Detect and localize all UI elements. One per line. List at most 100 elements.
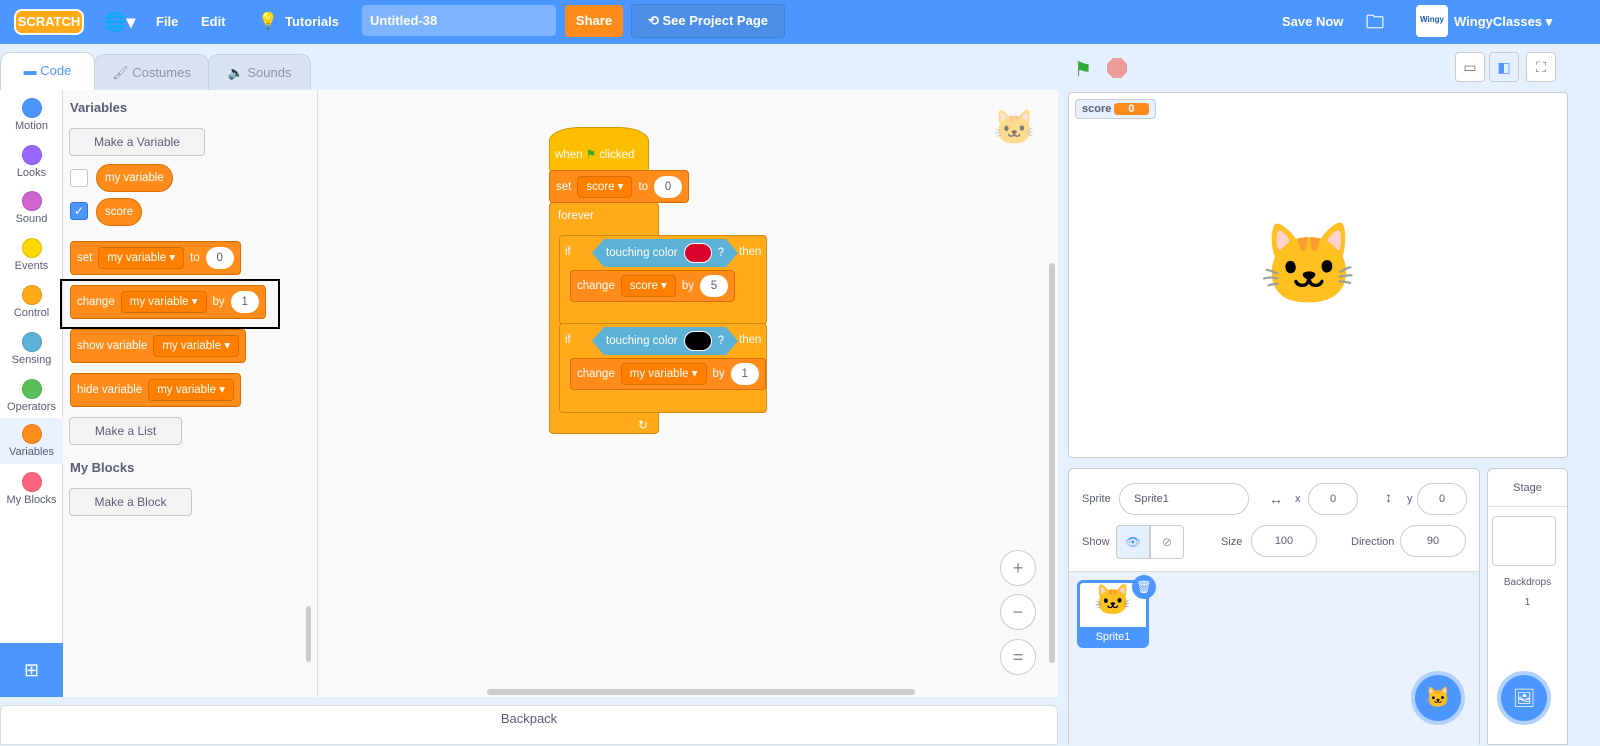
project-title-input[interactable]	[362, 5, 556, 36]
color-swatch[interactable]	[684, 243, 712, 263]
share-button[interactable]: Share	[565, 5, 623, 37]
zoom-out-button[interactable]: −	[1000, 594, 1036, 630]
lightbulb-icon: 💡	[258, 13, 278, 30]
tab-code[interactable]: ▬ Code	[0, 52, 95, 92]
add-extension-button[interactable]: ⊞	[0, 643, 63, 697]
category-sound[interactable]: Sound	[0, 185, 63, 225]
category-events[interactable]: Events	[0, 232, 63, 272]
control-dot-icon	[21, 285, 42, 305]
variable-dropdown[interactable]: my variable	[148, 379, 234, 401]
direction-label: Direction	[1351, 536, 1395, 548]
tab-sounds[interactable]: 🔈 Sounds	[208, 54, 311, 92]
hide-eye-slash-icon[interactable]: ⊘	[1150, 525, 1184, 559]
delete-sprite-icon[interactable]: 🗑	[1132, 575, 1156, 599]
category-looks[interactable]: Looks	[0, 139, 63, 179]
green-flag-icon[interactable]: ⚑	[1074, 57, 1092, 82]
tab-costumes[interactable]: 🖌 Costumes	[94, 54, 209, 92]
sensing-text: touching color	[606, 335, 678, 347]
color-swatch[interactable]	[684, 331, 712, 351]
remix-icon: ⟲	[647, 13, 663, 28]
category-my-blocks[interactable]: My Blocks	[0, 466, 63, 506]
value-input[interactable]: 0	[205, 247, 234, 269]
sprite-name: Sprite1	[1080, 627, 1146, 645]
variables-heading: Variables	[70, 100, 128, 115]
category-label: Looks	[16, 167, 47, 179]
variable-dropdown[interactable]: my variable	[620, 363, 707, 385]
cat-sprite[interactable]: 🐱	[1259, 218, 1359, 312]
category-motion[interactable]: Motion	[0, 92, 63, 132]
x-input[interactable]	[1308, 483, 1358, 515]
choose-backdrop-button[interactable]: 🖼	[1501, 675, 1547, 721]
hide-variable-block[interactable]: hide variable my variable	[70, 373, 241, 407]
horizontal-scrollbar[interactable]	[487, 689, 915, 695]
choose-sprite-button[interactable]: 🐱	[1415, 675, 1461, 721]
scratch-logo[interactable]: SCRATCH	[14, 9, 84, 35]
make-variable-button[interactable]: Make a Variable	[69, 128, 205, 156]
variable-dropdown[interactable]: my variable	[120, 291, 207, 313]
show-variable-block[interactable]: show variable my variable	[70, 329, 247, 363]
tutorials-button[interactable]: Tutorials	[285, 0, 339, 44]
category-sensing[interactable]: Sensing	[0, 326, 63, 366]
make-block-button[interactable]: Make a Block	[69, 488, 192, 516]
palette-scrollbar[interactable]	[306, 606, 311, 662]
block-text: hide variable	[77, 384, 143, 396]
stage[interactable]: score 0 🐱	[1068, 92, 1568, 458]
avatar[interactable]: Wingy	[1416, 5, 1448, 37]
y-input[interactable]	[1417, 483, 1467, 515]
category-control[interactable]: Control	[0, 279, 63, 319]
category-label: My Blocks	[6, 494, 57, 506]
zoom-reset-button[interactable]: =	[1000, 639, 1036, 675]
make-list-button[interactable]: Make a List	[69, 417, 182, 445]
show-visible-eye-icon[interactable]: 👁	[1116, 525, 1150, 559]
value-input[interactable]: 5	[699, 275, 728, 297]
block-text: when	[555, 149, 583, 161]
size-input[interactable]	[1251, 525, 1317, 557]
direction-input[interactable]	[1400, 525, 1466, 557]
value-input[interactable]: 1	[730, 363, 759, 385]
globe-icon[interactable]: 🌐▾	[104, 0, 135, 44]
backpack[interactable]: Backpack	[0, 705, 1058, 745]
stop-icon[interactable]	[1107, 58, 1127, 78]
normal-stage-button[interactable]: ◧	[1489, 52, 1519, 82]
backdrops-label: Backdrops	[1503, 577, 1552, 588]
variable-dropdown[interactable]: score	[620, 275, 676, 297]
stage-selector[interactable]: Stage Backdrops 1 🖼	[1487, 468, 1568, 745]
score-monitor[interactable]: score 0	[1075, 99, 1156, 119]
folder-icon[interactable]: 🗀	[1366, 0, 1384, 44]
monitor-label: score	[1082, 103, 1112, 115]
backdrop-thumbnail[interactable]	[1492, 516, 1556, 566]
category-variables[interactable]: Variables	[0, 418, 63, 464]
my-variable-reporter[interactable]: my variable	[96, 164, 173, 192]
small-stage-button[interactable]: ▭	[1455, 52, 1485, 82]
change-my-variable-block[interactable]: change my variable by 1	[570, 358, 766, 390]
zoom-in-button[interactable]: +	[1000, 550, 1036, 586]
value-input[interactable]: 0	[654, 175, 683, 198]
touching-color-block[interactable]: touching color?	[592, 239, 738, 267]
variable-dropdown[interactable]: my variable	[153, 335, 240, 357]
sprite-name-input[interactable]	[1119, 483, 1249, 515]
see-project-page-button[interactable]: ⟲ See Project Page	[631, 4, 785, 38]
edit-menu[interactable]: Edit	[201, 0, 226, 44]
fullscreen-button[interactable]: ⛶	[1526, 52, 1556, 82]
category-operators[interactable]: Operators	[0, 373, 63, 413]
set-variable-block[interactable]: set my variable to 0	[70, 241, 241, 275]
vertical-scrollbar[interactable]	[1049, 263, 1055, 663]
script-area[interactable]: 🐱 forever ↻ if touching color? then chan…	[318, 90, 1058, 697]
value-input[interactable]: 1	[230, 291, 259, 313]
save-now-button[interactable]: Save Now	[1282, 0, 1343, 44]
score-reporter[interactable]: score	[96, 198, 143, 226]
my-variable-checkbox[interactable]	[70, 169, 88, 187]
variable-dropdown[interactable]: score	[577, 175, 633, 198]
if-label: if	[565, 334, 571, 346]
set-score-block[interactable]: set scoreto 0	[549, 170, 690, 203]
change-score-block[interactable]: change scoreby 5	[570, 270, 735, 302]
change-variable-block[interactable]: change my variable by 1	[70, 285, 266, 319]
variable-dropdown[interactable]: my variable	[98, 247, 185, 269]
file-menu[interactable]: File	[156, 0, 178, 44]
sensing-text: ?	[717, 335, 725, 347]
block-text: to	[638, 180, 649, 193]
account-menu[interactable]: WingyClasses ▾	[1454, 0, 1552, 44]
touching-color-block[interactable]: touching color?	[592, 327, 738, 355]
score-checkbox[interactable]: ✓	[70, 202, 88, 220]
then-label: then	[739, 246, 762, 258]
